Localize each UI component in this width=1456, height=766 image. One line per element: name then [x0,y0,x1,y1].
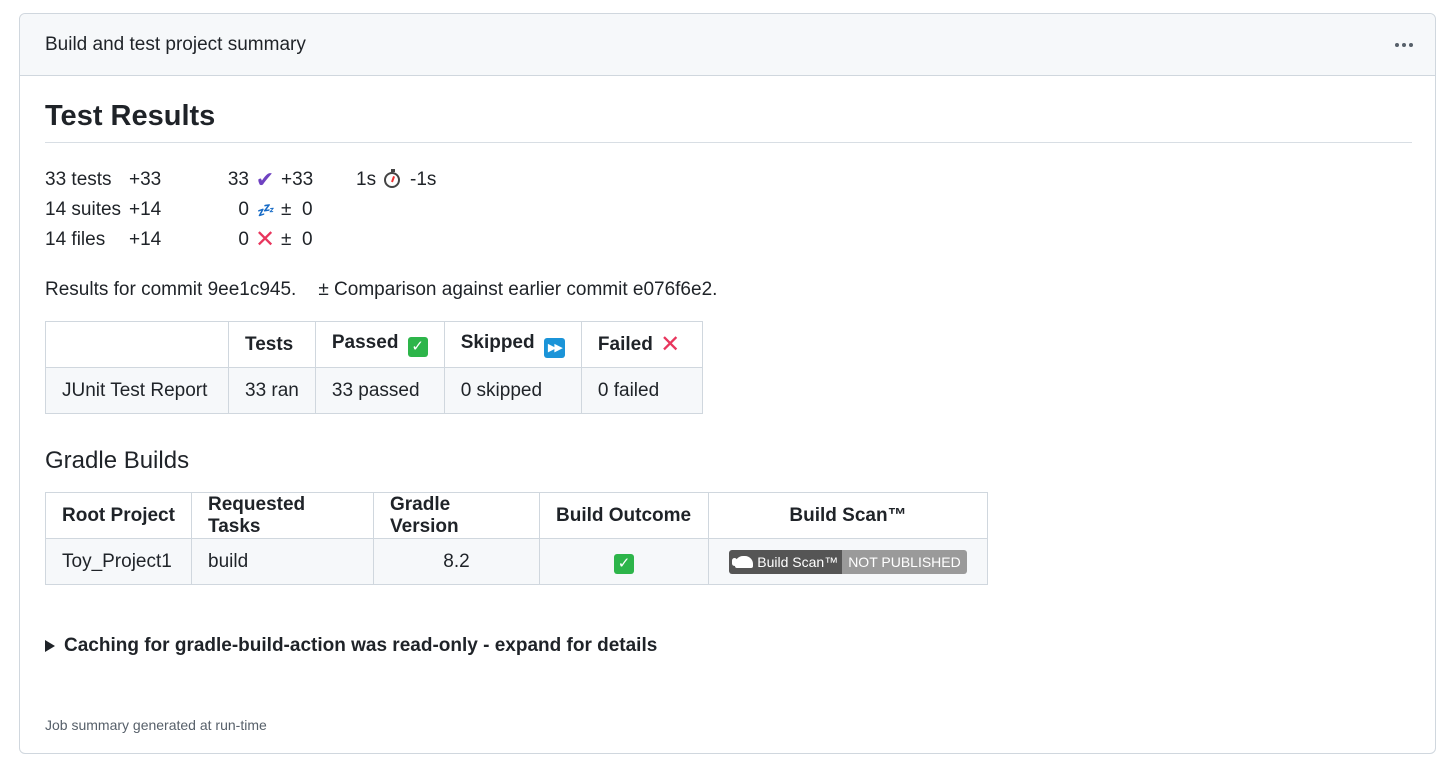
table-header-row: Tests Passed ✓ Skipped ▶▶ Failed ✕ [45,321,703,368]
fast-forward-icon: ▶▶ [543,337,565,358]
tests-passed: 33 passed [314,367,445,414]
card-title: Build and test project summary [45,33,306,55]
stats-row-files: 14 files +14 0 ✕ ± 0 [45,225,1410,255]
gradle-builds-table: Root Project Requested Tasks Gradle Vers… [45,492,988,585]
tests-ran: 33 ran [228,367,316,414]
disclosure-triangle-icon [45,640,55,652]
check-icon: ✔ [255,167,275,192]
duration-delta: -1s [410,169,437,190]
build-outcome-cell: ✓ [539,538,709,585]
tests-delta: +33 [129,169,162,190]
passed-delta: +33 [281,169,314,190]
tests-header-label: Tests [245,333,294,355]
tests-label: 33 tests [45,169,112,190]
duration: 1s [356,169,377,190]
x-icon: ✕ [660,331,681,358]
header-gradle-version: Gradle Version [373,492,540,539]
job-summary-card: Build and test project summary Test Resu… [19,13,1436,754]
caching-details-summary: Caching for gradle-build-action was read… [64,635,658,656]
check-box-icon: ✓ [407,337,428,357]
root-project-value: Toy_Project1 [45,538,192,585]
requested-tasks-value: build [191,538,374,585]
build-scan-cell: Build Scan™ NOT PUBLISHED [708,538,988,585]
skipped-header-label: Skipped [460,331,535,353]
build-scan-status: NOT PUBLISHED [842,549,967,574]
header-root-project: Root Project [45,492,192,539]
commit-line: Results for commit 9ee1c945. ± Comparison… [45,275,1410,305]
build-scan-badge[interactable]: Build Scan™ NOT PUBLISHED [729,549,967,574]
stats-row-suites: 14 suites +14 0 💤 ± 0 [45,195,1410,225]
failed-delta: ± 0 [281,229,313,250]
caching-details-toggle[interactable]: Caching for gradle-build-action was read… [45,635,1410,657]
comparison-text: ± Comparison against earlier commit e076… [318,279,718,300]
build-scan-badge-label: Build Scan™ [757,553,839,570]
files-label: 14 files [45,229,106,250]
table-header-tests: Tests [228,321,316,368]
build-scan-badge-left: Build Scan™ [729,549,843,574]
table-row: Toy_Project1 build 8.2 ✓ Build Scan™ NOT… [45,538,988,585]
skipped-delta: ± 0 [281,199,313,220]
passed-header-label: Passed [331,332,399,353]
tests-skipped: 0 skipped [443,367,582,414]
table-header-skipped: Skipped ▶▶ [443,321,582,368]
sleep-icon: 💤 [256,202,274,218]
suites-delta: +14 [129,199,162,220]
failed-count: 0 [238,229,249,250]
stats-row-tests: 33 tests +33 33 ✔ +33 1s -1s [45,165,1410,195]
report-name: JUnit Test Report [45,367,229,414]
table-header-empty [45,321,229,368]
passed-count: 33 [227,169,249,190]
test-report-table: Tests Passed ✓ Skipped ▶▶ Failed ✕ JUnit… [45,321,703,414]
stopwatch-icon [384,169,410,188]
test-results-heading: Test Results [45,98,1412,143]
gradle-version-value: 8.2 [373,538,540,585]
header-build-outcome: Build Outcome [539,492,709,539]
header-requested-tasks: Requested Tasks [191,492,374,539]
gradle-builds-heading: Gradle Builds [45,447,190,474]
x-icon: ✕ [254,226,276,253]
commit-text: Results for commit 9ee1c945. [45,279,297,300]
tests-failed: 0 failed [580,367,703,414]
card-body: Test Results 33 tests +33 33 ✔ +33 1s -1… [20,98,1435,657]
job-summary-footer: Job summary generated at run-time [45,717,267,733]
suites-label: 14 suites [45,199,122,220]
header-build-scan: Build Scan™ [708,492,988,539]
files-delta: +14 [129,229,162,250]
test-stats: 33 tests +33 33 ✔ +33 1s -1s 14 suites +… [45,165,1410,255]
check-box-icon: ✓ [614,554,634,574]
table-header-passed: Passed ✓ [314,321,445,368]
more-options-icon[interactable] [1389,37,1419,53]
failed-header-label: Failed [597,334,653,355]
table-header-failed: Failed ✕ [580,321,703,368]
card-header: Build and test project summary [20,14,1435,76]
table-row: JUnit Test Report 33 ran 33 passed 0 ski… [45,367,703,414]
table-header-row: Root Project Requested Tasks Gradle Vers… [45,492,988,539]
gradle-elephant-icon [732,555,754,568]
skipped-count: 0 [238,199,249,220]
